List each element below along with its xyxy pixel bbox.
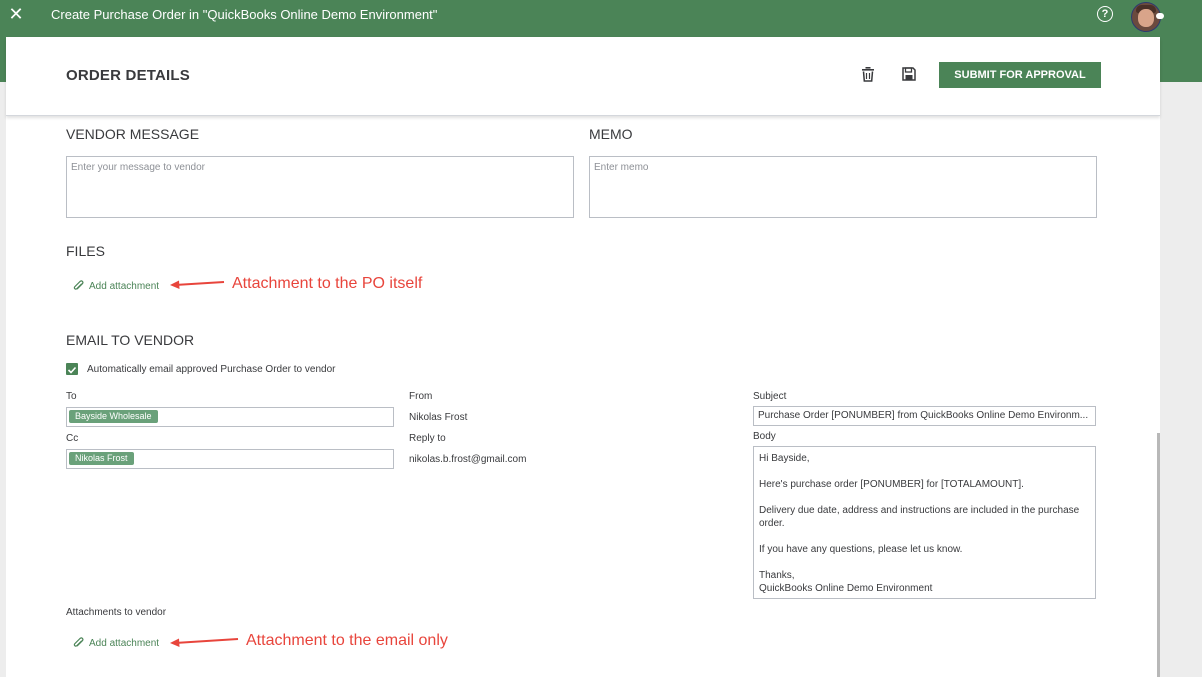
close-icon[interactable]: ✕ bbox=[7, 5, 25, 23]
subject-label: Subject bbox=[753, 391, 787, 402]
window-title: Create Purchase Order in "QuickBooks Onl… bbox=[51, 7, 438, 22]
scrollbar[interactable] bbox=[1157, 433, 1160, 677]
checkmark-icon bbox=[67, 366, 77, 374]
body-line: Delivery due date, address and instructi… bbox=[759, 505, 1080, 529]
po-attachment-annotation: Attachment to the PO itself bbox=[232, 275, 423, 292]
files-title: FILES bbox=[66, 243, 105, 259]
order-details-panel: ORDER DETAILS SUBMIT FOR APPROVAL VENDOR… bbox=[6, 37, 1160, 677]
subject-input[interactable]: Purchase Order [PONUMBER] from QuickBook… bbox=[753, 406, 1096, 426]
vendor-message-input[interactable] bbox=[66, 156, 574, 218]
add-attachment-label: Add attachment bbox=[89, 637, 160, 649]
reply-to-label: Reply to bbox=[409, 433, 446, 444]
add-attachment-label: Add attachment bbox=[89, 280, 160, 292]
body-label: Body bbox=[753, 431, 776, 442]
arrow-annotation-icon bbox=[170, 638, 239, 647]
vendor-message-title: VENDOR MESSAGE bbox=[66, 126, 200, 142]
cc-field[interactable]: Nikolas Frost bbox=[66, 449, 394, 469]
to-recipient-chip[interactable]: Bayside Wholesale bbox=[69, 410, 158, 423]
add-po-attachment-button[interactable]: Add attachment bbox=[73, 280, 159, 292]
paperclip-icon bbox=[73, 637, 84, 647]
attachments-to-vendor-label: Attachments to vendor bbox=[66, 607, 167, 618]
add-email-attachment-button[interactable]: Add attachment bbox=[73, 637, 159, 649]
panel-header: ORDER DETAILS SUBMIT FOR APPROVAL bbox=[6, 37, 1160, 116]
auto-email-checkbox[interactable] bbox=[66, 363, 78, 375]
from-value: Nikolas Frost bbox=[409, 412, 468, 423]
memo-title: MEMO bbox=[589, 126, 633, 142]
save-icon[interactable] bbox=[902, 67, 916, 81]
cc-label: Cc bbox=[66, 433, 79, 444]
help-icon[interactable]: ? bbox=[1097, 6, 1113, 22]
reply-to-value: nikolas.b.frost@gmail.com bbox=[409, 454, 527, 465]
avatar-status-badge bbox=[1156, 13, 1164, 19]
page-title: ORDER DETAILS bbox=[66, 67, 190, 84]
to-field[interactable]: Bayside Wholesale bbox=[66, 407, 394, 427]
submit-for-approval-button[interactable]: SUBMIT FOR APPROVAL bbox=[939, 62, 1101, 88]
to-label: To bbox=[66, 391, 77, 402]
body-line: Thanks, bbox=[759, 570, 795, 581]
memo-input[interactable] bbox=[589, 156, 1097, 218]
trash-icon[interactable] bbox=[861, 67, 875, 82]
body-line: If you have any questions, please let us… bbox=[759, 544, 963, 555]
body-line: Here's purchase order [PONUMBER] for [TO… bbox=[759, 479, 1024, 490]
body-line: QuickBooks Online Demo Environment bbox=[759, 583, 933, 594]
email-to-vendor-title: EMAIL TO VENDOR bbox=[66, 332, 195, 348]
paperclip-icon bbox=[73, 280, 84, 290]
auto-email-label: Automatically email approved Purchase Or… bbox=[87, 364, 336, 375]
email-attachment-annotation: Attachment to the email only bbox=[246, 632, 448, 649]
body-line: Hi Bayside, bbox=[759, 453, 810, 464]
cc-recipient-chip[interactable]: Nikolas Frost bbox=[69, 452, 134, 465]
arrow-annotation-icon bbox=[170, 280, 225, 289]
from-label: From bbox=[409, 391, 433, 402]
body-input[interactable]: Hi Bayside, Here's purchase order [PONUM… bbox=[753, 446, 1096, 599]
